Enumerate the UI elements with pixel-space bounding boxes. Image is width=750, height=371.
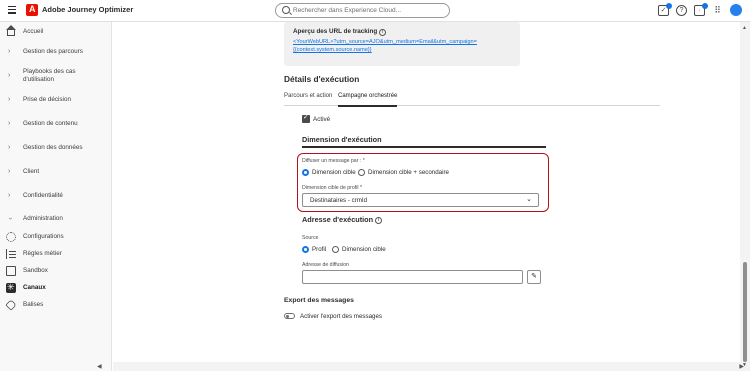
execution-heading: Détails d'exécution	[284, 74, 360, 84]
info-icon[interactable]: i	[379, 29, 387, 36]
delivery-address-label: Adresse de diffusion	[302, 262, 349, 268]
chevron-right-icon: ›	[8, 144, 11, 151]
chevron-down-icon: ⌄	[526, 196, 532, 203]
avatar[interactable]	[730, 4, 742, 16]
box-icon	[6, 266, 16, 276]
preview-title: Aperçu des URL de tracking i	[293, 28, 387, 36]
radio-dimension-cible[interactable]	[302, 169, 309, 176]
feedback-icon[interactable]: ✓	[658, 2, 672, 16]
sidebar-item-label: Sandbox	[23, 267, 48, 274]
adobe-logo-icon	[26, 4, 38, 16]
gear-icon	[6, 232, 16, 242]
horizontal-scrollbar[interactable]: ◀ ▶	[97, 362, 744, 371]
sidebar-item-label: Client	[23, 168, 40, 175]
search-placeholder: Rechercher dans Experience Cloud...	[293, 7, 402, 14]
active-label: Activé	[313, 116, 331, 123]
tracking-preview-box: Aperçu des URL de tracking i <YourWebURL>…	[284, 22, 520, 66]
apps-icon[interactable]: ⠿	[712, 5, 723, 16]
info-icon[interactable]: i	[375, 217, 383, 224]
profile-dimension-label: Dimension cible de profil *	[302, 185, 362, 191]
preview-title-text: Aperçu des URL de tracking	[293, 28, 378, 35]
scroll-thumb[interactable]	[742, 262, 747, 362]
top-bar: Adobe Journey Optimizer Rechercher dans …	[0, 0, 750, 22]
vertical-scrollbar[interactable]: ▲ ▼	[740, 22, 750, 371]
radio-source-dimension-cible-label: Dimension cible	[342, 246, 386, 253]
chevron-right-icon: ›	[8, 72, 11, 79]
menu-icon[interactable]	[8, 6, 16, 14]
sidebar-item-label: Playbooks des cas d'utilisation	[23, 68, 76, 83]
help-icon[interactable]: ?	[676, 4, 687, 16]
radio-dimension-secondaire[interactable]	[358, 169, 365, 176]
profile-dimension-value: Destinataires - crmId	[310, 197, 368, 204]
notifications-icon[interactable]: ·	[694, 2, 708, 16]
rules-icon	[6, 249, 16, 259]
chevron-down-icon: ›	[6, 217, 14, 220]
chevron-right-icon: ›	[8, 192, 11, 199]
top-icons: ✓ ? · ⠿	[658, 2, 742, 16]
sidebar-item-label: Gestion des données	[23, 144, 83, 151]
diffuse-label: Diffuser un message par : *	[302, 158, 365, 164]
radio-source-dimension-cible[interactable]	[332, 246, 339, 253]
chevron-right-icon: ›	[8, 48, 11, 55]
sidebar-item-label: Confidentialité	[23, 192, 63, 199]
radio-dimension-secondaire-label: Dimension cible + secondaire	[368, 169, 449, 176]
sidebar-item-label: Prise de décision	[23, 96, 71, 103]
sidebar-item-label: Gestion des parcours	[23, 48, 83, 55]
execution-tabs: Parcours et action Campagne orchestrée	[284, 92, 660, 107]
tag-icon	[5, 299, 17, 311]
search-icon	[282, 6, 290, 14]
radio-profil-label: Profil	[312, 246, 327, 253]
sidebar-item-label: Règles métier	[23, 250, 62, 257]
sidebar-item-label: Accueil	[23, 28, 44, 35]
scroll-left-icon[interactable]: ◀	[97, 363, 102, 370]
sidebar-item-label: Balises	[23, 301, 44, 308]
chevron-right-icon: ›	[8, 96, 11, 103]
address-heading-text: Adresse d'exécution	[302, 215, 374, 224]
sidebar-item-label: Canaux	[23, 284, 46, 291]
scroll-up-icon[interactable]: ▲	[742, 25, 747, 31]
radio-dimension-cible-label: Dimension cible	[312, 169, 356, 176]
source-label: Source	[302, 235, 319, 241]
sidebar-item-label: Administration	[23, 215, 63, 222]
dimension-heading: Dimension d'exécution	[302, 135, 382, 144]
export-heading: Export des messages	[284, 297, 354, 304]
export-toggle[interactable]	[284, 313, 295, 319]
export-toggle-label: Activer l'export des messages	[300, 313, 382, 320]
tab-campagne-orchestree[interactable]: Campagne orchestrée	[338, 93, 398, 107]
app-title: Adobe Journey Optimizer	[42, 5, 134, 14]
delivery-address-input[interactable]	[302, 270, 523, 284]
search-input[interactable]: Rechercher dans Experience Cloud...	[275, 3, 450, 18]
main-content: Aperçu des URL de tracking i <YourWebURL>…	[113, 22, 740, 362]
tab-parcours-action[interactable]: Parcours et action	[284, 93, 332, 99]
chevron-right-icon: ›	[8, 168, 11, 175]
preview-link[interactable]: <YourWebURL>?utm_source=AJO&utm_medium=E…	[293, 39, 477, 45]
sidebar-item-label: Configurations	[23, 233, 64, 240]
radio-profil[interactable]	[302, 246, 309, 253]
active-checkbox[interactable]	[302, 113, 310, 123]
chevron-right-icon: ›	[8, 120, 11, 127]
home-icon	[6, 25, 16, 36]
dimension-divider	[302, 146, 546, 148]
preview-link-cont[interactable]: {{context.system.source.name}}	[293, 47, 372, 53]
edit-icon[interactable]: ✎	[527, 270, 541, 284]
address-heading: Adresse d'exécution i	[302, 215, 383, 224]
sidebar-item-label: Gestion de contenu	[23, 120, 78, 127]
channels-icon	[6, 282, 16, 293]
sidebar: Accueil › Gestion des parcours › Playboo…	[0, 22, 112, 371]
scroll-right-icon[interactable]: ▶	[739, 363, 744, 370]
profile-dimension-select[interactable]: Destinataires - crmId ⌄	[302, 193, 539, 207]
